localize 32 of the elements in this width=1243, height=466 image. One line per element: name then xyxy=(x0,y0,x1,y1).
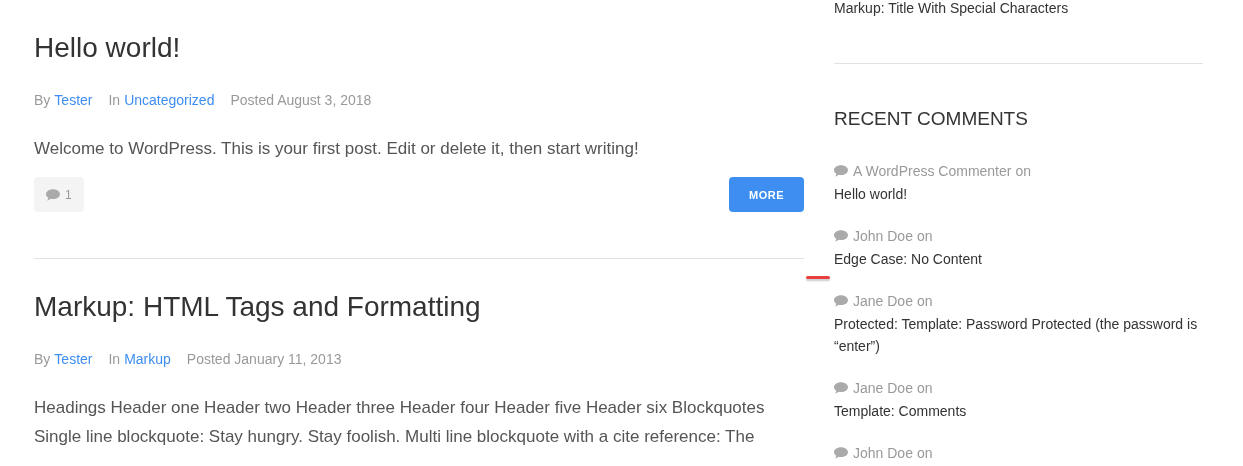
comment-post-link[interactable]: Edge Case: No Content xyxy=(834,248,982,270)
comment-post-link[interactable]: Protected: Template: Password Protected (the password is “enter”) xyxy=(834,313,1203,357)
meta-label: In xyxy=(108,351,121,367)
comment-author: John Doe xyxy=(853,227,913,246)
post-excerpt: Welcome to WordPress. This is your first post. Edit or delete it, then start writing! xyxy=(34,138,640,160)
speech-bubble-icon xyxy=(834,382,848,394)
meta-label: In xyxy=(108,92,121,108)
post-excerpt: Headings Header one Header two Header three Header four Header five Header six Blockquotes Single line blockquote: Stay hungry. Stay foolish. Multi line blockquote with a cite reference: The xyxy=(34,397,766,448)
speech-bubble-icon xyxy=(46,188,60,201)
post-title[interactable]: Hello world! xyxy=(34,30,804,66)
speech-bubble-icon xyxy=(834,295,848,307)
comment-on: on xyxy=(1015,162,1032,181)
sidebar-link[interactable]: Markup: Title With Special Characters xyxy=(834,0,1069,16)
comment-on: on xyxy=(916,444,933,463)
comment-post-link[interactable]: Template: Comments xyxy=(834,400,967,422)
comment-author: Jane Doe xyxy=(853,379,913,398)
comment-author: A WordPress Commenter xyxy=(853,162,1012,181)
speech-bubble-icon xyxy=(834,165,848,177)
post-date: Posted January 11, 2013 xyxy=(186,351,342,367)
comment-author: Jane Doe xyxy=(853,292,913,311)
comment-on: on xyxy=(916,292,933,311)
speech-bubble-icon xyxy=(834,230,848,242)
post-title[interactable]: Markup: HTML Tags and Formatting xyxy=(34,289,804,325)
comment-on: on xyxy=(916,379,933,398)
comment-author: John Doe xyxy=(853,444,913,463)
comment-post-link[interactable]: Hello world! xyxy=(834,183,908,205)
post-date: Posted August 3, 2018 xyxy=(230,92,372,108)
comment-on: on xyxy=(916,227,933,246)
meta-label: By xyxy=(34,351,51,367)
widget-title: RECENT COMMENTS xyxy=(834,108,1028,130)
speech-bubble-icon xyxy=(834,447,848,459)
meta-label: By xyxy=(34,92,51,108)
